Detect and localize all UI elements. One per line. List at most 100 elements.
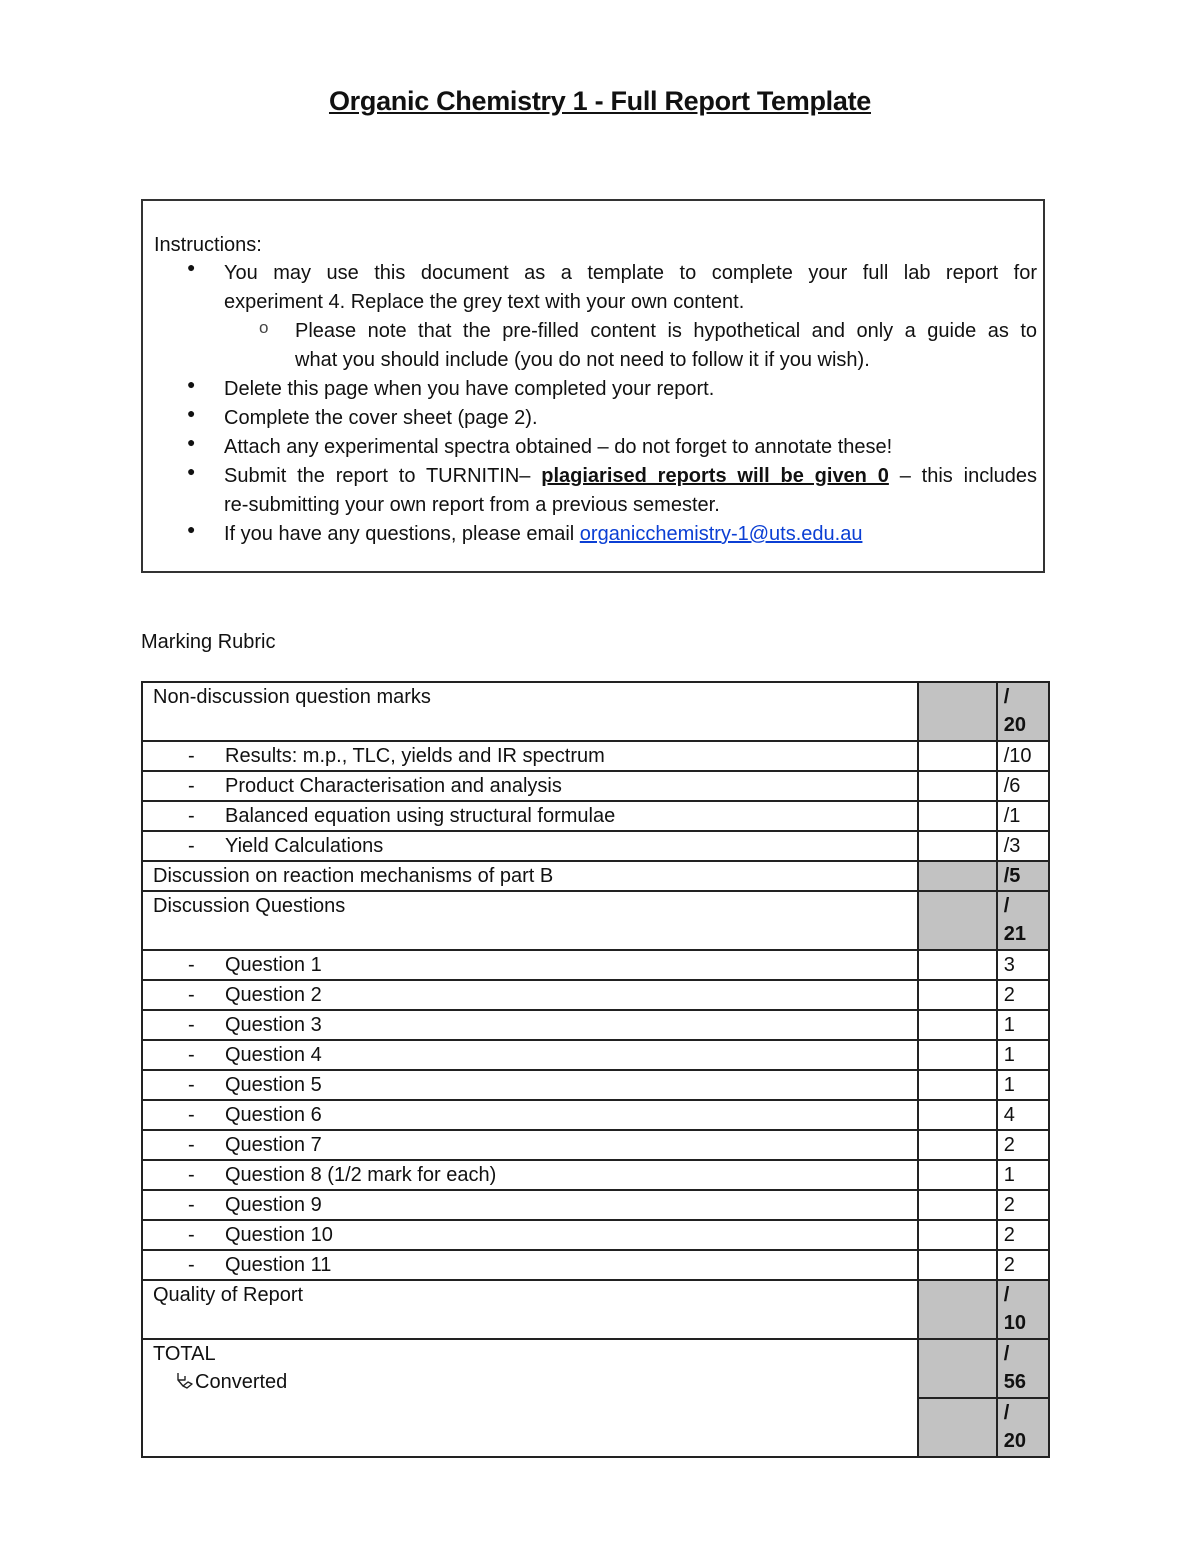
mark-awarded-cell[interactable] <box>917 1159 998 1191</box>
mark-awarded-cell[interactable] <box>917 890 998 951</box>
max-mark-value: 2 <box>1003 1194 1015 1216</box>
mark-awarded-cell[interactable] <box>917 1279 998 1340</box>
max-mark-cell: 2 <box>995 1219 1051 1251</box>
dash-bullet: - <box>188 954 195 976</box>
criterion-text: Question 1 <box>225 954 322 976</box>
criterion-cell: - Results: m.p., TLC, yields and IR spect… <box>140 740 920 772</box>
rubric-item-row: - Question 8 (1/2 mark for each) 1 <box>140 1159 1051 1191</box>
rubric-item-row: - Question 10 2 <box>140 1219 1051 1251</box>
max-mark-cell: /10 <box>995 1279 1051 1340</box>
criterion-cell: - Question 2 <box>140 979 920 1011</box>
total-mark-cell[interactable] <box>917 1338 998 1399</box>
criterion-label: - Question 10 <box>143 1221 917 1249</box>
dash-bullet: - <box>188 1134 195 1156</box>
converted-label: Converted <box>195 1371 288 1393</box>
max-mark-cell: 3 <box>995 949 1051 981</box>
max-mark-cell: /10 <box>995 740 1051 772</box>
max-mark-value: /3 <box>1003 835 1021 857</box>
rubric-item-row: - Question 5 1 <box>140 1069 1051 1101</box>
criterion-cell: - Balanced equation using structural form… <box>140 800 920 832</box>
total-label-cell: TOTAL Converted <box>140 1338 920 1458</box>
max-mark-cell: 2 <box>995 979 1051 1011</box>
instruction-item-1-line2: experiment 4. Replace the grey text with… <box>224 291 745 313</box>
criterion-label: - Results: m.p., TLC, yields and IR spect… <box>143 742 917 770</box>
mark-awarded-cell[interactable] <box>917 1129 998 1161</box>
mark-awarded-cell[interactable] <box>917 1189 998 1221</box>
max-mark-value: 1 <box>1003 1074 1015 1096</box>
email-prompt: If you have any questions, please email <box>224 523 580 545</box>
section-label: Discussion Questions <box>153 895 346 917</box>
dash-bullet: - <box>188 1164 195 1186</box>
mark-awarded-cell[interactable] <box>917 860 998 892</box>
criterion-cell: Discussion Questions <box>140 890 920 951</box>
instruction-item-1-line1: You may use this document as a template … <box>224 262 1037 284</box>
bullet-icon: ● <box>187 434 196 450</box>
criterion-label: - Question 2 <box>143 981 917 1009</box>
instruction-item-7: If you have any questions, please email … <box>224 520 862 549</box>
rubric-item-row: - Question 2 2 <box>140 979 1051 1011</box>
dash-bullet: - <box>188 805 195 827</box>
criterion-cell: - Question 10 <box>140 1219 920 1251</box>
mark-awarded-cell[interactable] <box>917 979 998 1011</box>
converted-mark-cell[interactable] <box>917 1397 998 1458</box>
mark-awarded-cell[interactable] <box>917 1039 998 1071</box>
criterion-cell: - Question 11 <box>140 1249 920 1281</box>
criterion-cell: - Product Characterisation and analysis <box>140 770 920 802</box>
max-mark-value: 1 <box>1003 1044 1015 1066</box>
dash-bullet: - <box>188 1194 195 1216</box>
mark-awarded-cell[interactable] <box>917 1099 998 1131</box>
contact-email-link[interactable]: organicchemistry-1@uts.edu.au <box>580 523 863 545</box>
instruction-item-2-line2: what you should include (you do not need… <box>295 349 870 371</box>
criterion-label: - Question 4 <box>143 1041 917 1069</box>
mark-awarded-cell[interactable] <box>917 830 998 862</box>
rubric-item-row: - Question 6 4 <box>140 1099 1051 1131</box>
criterion-text: Yield Calculations <box>225 835 384 857</box>
bullet-icon: ● <box>187 376 196 392</box>
plagiarism-warning: plagiarised reports will be given 0 <box>541 465 889 487</box>
max-mark-value: 10 <box>1003 1312 1026 1334</box>
max-mark-cell: 1 <box>995 1069 1051 1101</box>
mark-awarded-cell[interactable] <box>917 1009 998 1041</box>
criterion-text: Question 10 <box>225 1224 333 1246</box>
section-label: Quality of Report <box>153 1284 304 1306</box>
criterion-label: - Yield Calculations <box>143 832 917 860</box>
criterion-label: - Balanced equation using structural form… <box>143 802 917 830</box>
total-row: TOTAL Converted / 56 <box>140 1338 1051 1458</box>
criterion-cell: - Yield Calculations <box>140 830 920 862</box>
mark-awarded-cell[interactable] <box>917 770 998 802</box>
rubric-item-row: - Product Characterisation and analysis/6 <box>140 770 1051 802</box>
instruction-item-4: Complete the cover sheet (page 2). <box>224 407 538 429</box>
criterion-cell: - Question 1 <box>140 949 920 981</box>
rubric-item-row: - Question 1 3 <box>140 949 1051 981</box>
max-mark-cell: /3 <box>995 830 1051 862</box>
marking-rubric-table: Non-discussion question marks / 20 - Results… <box>140 681 1051 1458</box>
max-mark-cell: /5 <box>995 860 1051 892</box>
max-mark-cell: 1 <box>995 1009 1051 1041</box>
criterion-cell: Discussion on reaction mechanisms of par… <box>140 860 920 892</box>
converted-max-cell: / 20 <box>995 1397 1051 1458</box>
mark-awarded-cell[interactable] <box>917 949 998 981</box>
mark-awarded-cell[interactable] <box>917 1249 998 1281</box>
converted-arrow-icon <box>177 1373 193 1389</box>
criterion-cell: Quality of Report <box>140 1279 920 1340</box>
max-mark-value: 1 <box>1003 1014 1015 1036</box>
rubric-item-row: - Yield Calculations/3 <box>140 830 1051 862</box>
mark-awarded-cell[interactable] <box>917 740 998 772</box>
criterion-text: Question 4 <box>225 1044 322 1066</box>
rubric-item-row: - Question 11 2 <box>140 1249 1051 1281</box>
max-mark-cell: /1 <box>995 800 1051 832</box>
total-max-value: 56 <box>1003 1371 1026 1393</box>
criterion-text: Question 5 <box>225 1074 322 1096</box>
mark-awarded-cell[interactable] <box>917 800 998 832</box>
criterion-text: Results: m.p., TLC, yields and IR spectr… <box>225 745 605 767</box>
mark-awarded-cell[interactable] <box>917 1069 998 1101</box>
criterion-label: - Question 8 (1/2 mark for each) <box>143 1161 917 1189</box>
max-mark-cell: 2 <box>995 1249 1051 1281</box>
criterion-text: Question 7 <box>225 1134 322 1156</box>
rubric-section-row: Quality of Report / 10 <box>140 1279 1051 1340</box>
criterion-label: - Question 3 <box>143 1011 917 1039</box>
criterion-cell: - Question 6 <box>140 1099 920 1131</box>
mark-awarded-cell[interactable] <box>917 1219 998 1251</box>
mark-awarded-cell[interactable] <box>917 681 998 742</box>
criterion-cell: - Question 5 <box>140 1069 920 1101</box>
